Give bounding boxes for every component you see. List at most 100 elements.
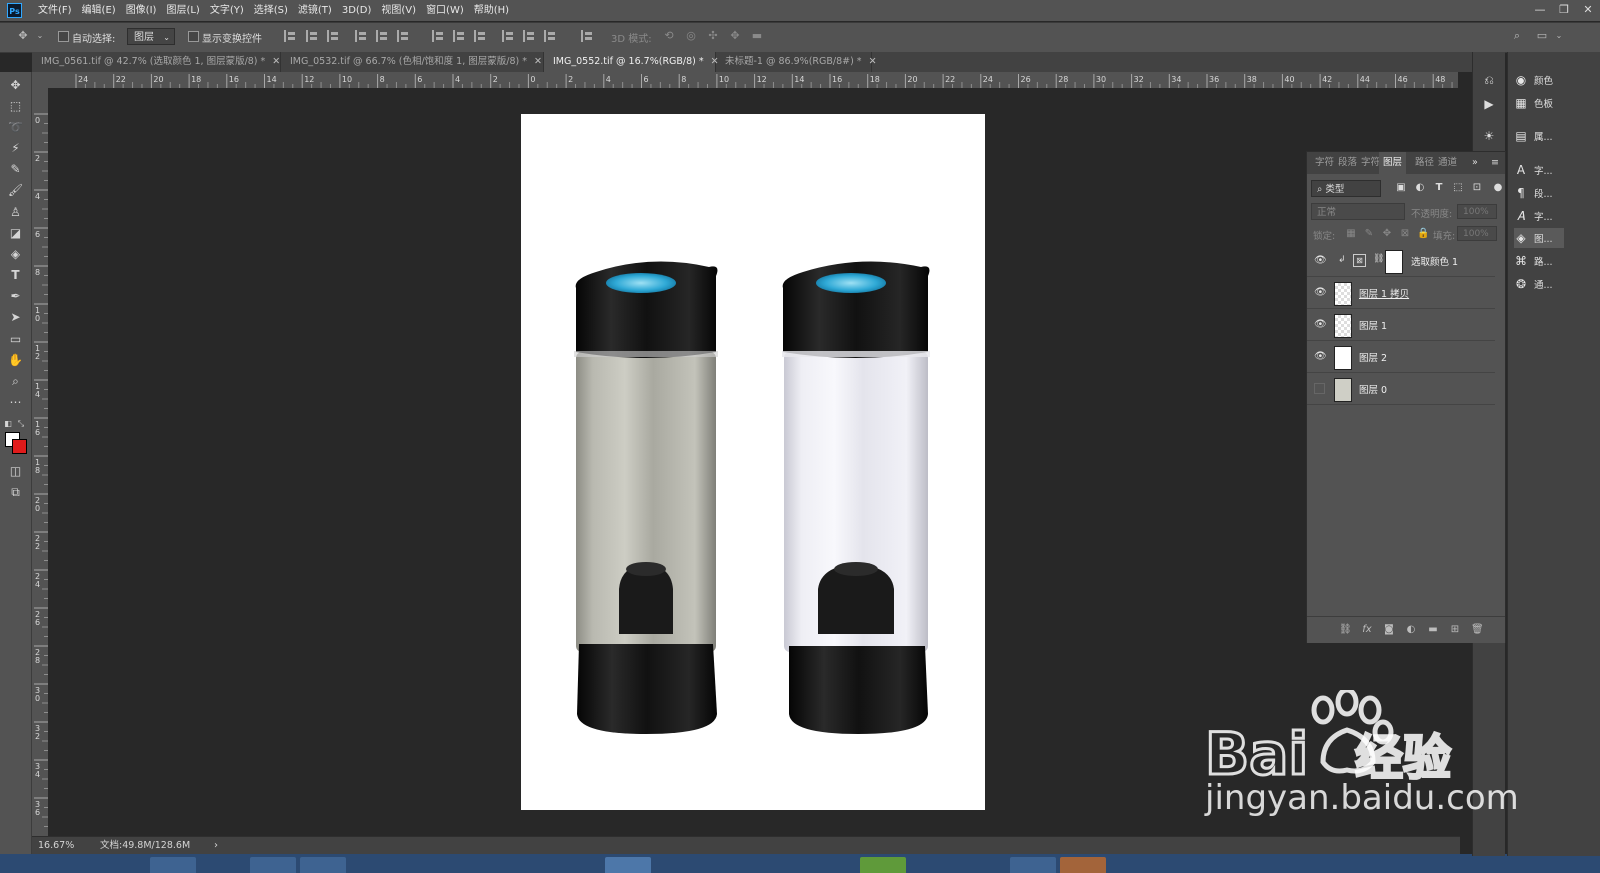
dock-channels[interactable]: ❂ 通...: [1514, 274, 1553, 294]
new-adjustment-icon[interactable]: ◐: [1405, 624, 1417, 636]
show-transform-checkbox[interactable]: [188, 31, 199, 42]
menu-view[interactable]: 视图(V): [381, 0, 422, 21]
3d-roll-icon[interactable]: ◎: [684, 29, 698, 43]
auto-select-checkbox[interactable]: [58, 31, 69, 42]
chevron-right-icon[interactable]: ›: [214, 837, 218, 854]
tab-untitled-1[interactable]: 未标题-1 @ 86.9%(RGB/8#) * ✕: [716, 52, 877, 72]
distribute-right-icon[interactable]: [544, 30, 556, 42]
menu-type[interactable]: 文字(Y): [210, 0, 250, 21]
tab-channels[interactable]: 通道: [1438, 152, 1457, 174]
distribute-left-icon[interactable]: [502, 30, 514, 42]
3d-pan-icon[interactable]: ✣: [706, 29, 720, 43]
marquee-tool-icon[interactable]: ⬚: [5, 97, 26, 116]
align-hcenter-icon[interactable]: [376, 30, 388, 42]
tab-character-style[interactable]: 字符: [1361, 152, 1380, 174]
layer-row-layer1[interactable]: 👁 图层 1: [1307, 310, 1495, 341]
chevron-down-icon[interactable]: ⌄: [33, 29, 47, 43]
menu-select[interactable]: 选择(S): [254, 0, 294, 21]
tab-paths[interactable]: 路径: [1415, 152, 1434, 174]
dock-paragraph[interactable]: ¶ 段...: [1514, 183, 1552, 203]
trash-icon[interactable]: 🗑: [1471, 624, 1484, 636]
close-button[interactable]: ✕: [1576, 0, 1600, 21]
stamp-tool-icon[interactable]: ♙: [5, 203, 26, 222]
eraser-tool-icon[interactable]: ◪: [5, 224, 26, 243]
new-group-icon[interactable]: ▬: [1427, 624, 1439, 636]
close-icon[interactable]: ✕: [534, 56, 542, 67]
distribute-vcenter-icon[interactable]: [453, 30, 465, 42]
3d-slide-icon[interactable]: ✥: [728, 29, 742, 43]
tab-layers[interactable]: 图层: [1379, 152, 1407, 174]
taskbar-app[interactable]: [1060, 857, 1106, 873]
distribute-top-icon[interactable]: [432, 30, 444, 42]
lock-all-icon[interactable]: 🔒: [1417, 228, 1429, 240]
3d-scale-icon[interactable]: ▬: [750, 29, 764, 43]
chevron-down-icon[interactable]: ⌄: [1552, 29, 1566, 43]
panel-menu-icon[interactable]: ≡: [1491, 152, 1499, 174]
dock-character[interactable]: A 字...: [1514, 160, 1553, 180]
align-left-icon[interactable]: [355, 30, 367, 42]
layer-row-layer2[interactable]: 👁 图层 2: [1307, 342, 1495, 373]
align-top-icon[interactable]: [284, 30, 296, 42]
eye-icon[interactable]: 👁: [1314, 319, 1327, 331]
dock-layers[interactable]: ◈ 图...: [1514, 228, 1564, 248]
layer-row-layer1-copy[interactable]: 👁 图层 1 拷贝: [1307, 278, 1495, 309]
swap-colors-icon[interactable]: ⤡: [15, 414, 27, 433]
taskbar-app[interactable]: [860, 857, 906, 873]
quick-mask-icon[interactable]: ◫: [5, 462, 26, 481]
document-canvas[interactable]: [521, 114, 985, 810]
dock-color[interactable]: ◉ 颜色: [1514, 70, 1553, 90]
workspace-icon[interactable]: ▭: [1535, 29, 1549, 43]
new-layer-icon[interactable]: ⊞: [1449, 624, 1461, 636]
dock-properties[interactable]: ▤ 属...: [1514, 126, 1552, 146]
move-tool-icon[interactable]: ✥: [5, 76, 26, 95]
lock-pixels-icon[interactable]: ✎: [1363, 228, 1375, 240]
fill-input[interactable]: 100%: [1457, 226, 1497, 241]
opacity-input[interactable]: 100%: [1457, 204, 1497, 219]
background-color-swatch[interactable]: [12, 439, 27, 454]
panel-expand-icon[interactable]: »: [1472, 152, 1478, 174]
close-icon[interactable]: ✕: [869, 56, 877, 67]
lock-artboard-icon[interactable]: ⊠: [1399, 228, 1411, 240]
menu-window[interactable]: 窗口(W): [426, 0, 470, 21]
distribute-bottom-icon[interactable]: [474, 30, 486, 42]
menu-help[interactable]: 帮助(H): [474, 0, 515, 21]
zoom-level[interactable]: 16.67%: [38, 837, 74, 854]
lock-position-icon[interactable]: ✥: [1381, 228, 1393, 240]
menu-file[interactable]: 文件(F): [38, 0, 78, 21]
filter-type-icon[interactable]: T: [1433, 182, 1445, 194]
menu-layer[interactable]: 图层(L): [166, 0, 205, 21]
more-tools-icon[interactable]: ⋯: [5, 393, 26, 412]
adjust-sun-icon[interactable]: ☀: [1481, 128, 1497, 144]
filter-adjustment-icon[interactable]: ◐: [1414, 182, 1426, 194]
eye-icon[interactable]: 👁: [1314, 351, 1327, 363]
search-icon[interactable]: ⌕: [1510, 29, 1524, 43]
menu-edit[interactable]: 编辑(E): [82, 0, 122, 21]
lasso-tool-icon[interactable]: ➰: [5, 118, 26, 137]
lock-transparency-icon[interactable]: ▦: [1345, 228, 1357, 240]
brush-tool-icon[interactable]: 🖌: [5, 181, 26, 200]
layer-row-selective-color[interactable]: 👁 ↲ ⊠ ⛓ 选取颜色 1: [1307, 246, 1495, 277]
move-tool-preset-icon[interactable]: ✥: [16, 29, 30, 43]
paint-bucket-tool-icon[interactable]: ◈: [5, 245, 26, 264]
align-bottom-icon[interactable]: [327, 30, 339, 42]
zoom-tool-icon[interactable]: ⌕: [5, 372, 26, 391]
menu-3d[interactable]: 3D(D): [342, 0, 378, 21]
menu-filter[interactable]: 滤镜(T): [298, 0, 338, 21]
tab-img-0532[interactable]: IMG_0532.tif @ 66.7% (色相/饱和度 1, 图层蒙版/8) …: [281, 52, 544, 72]
dock-character-style[interactable]: 𝐴 字...: [1514, 206, 1553, 226]
fx-icon[interactable]: fx: [1361, 624, 1373, 636]
path-select-tool-icon[interactable]: ➤: [5, 308, 26, 327]
history-icon[interactable]: ⎌: [1481, 72, 1497, 88]
eye-icon[interactable]: 👁: [1314, 287, 1327, 299]
blend-mode-dropdown[interactable]: 正常: [1311, 203, 1405, 220]
hand-tool-icon[interactable]: ✋: [5, 351, 26, 370]
filter-pixel-icon[interactable]: ▣: [1395, 182, 1407, 194]
tab-paragraph[interactable]: 段落: [1338, 152, 1357, 174]
close-icon[interactable]: ✕: [272, 56, 280, 67]
taskbar-app[interactable]: [250, 857, 296, 873]
layer-mask-thumbnail[interactable]: [1385, 250, 1403, 274]
3d-orbit-icon[interactable]: ⟲: [662, 29, 676, 43]
menu-image[interactable]: 图像(I): [126, 0, 163, 21]
filter-toggle-icon[interactable]: ●: [1492, 182, 1504, 194]
screen-mode-icon[interactable]: ⧉: [5, 483, 26, 502]
